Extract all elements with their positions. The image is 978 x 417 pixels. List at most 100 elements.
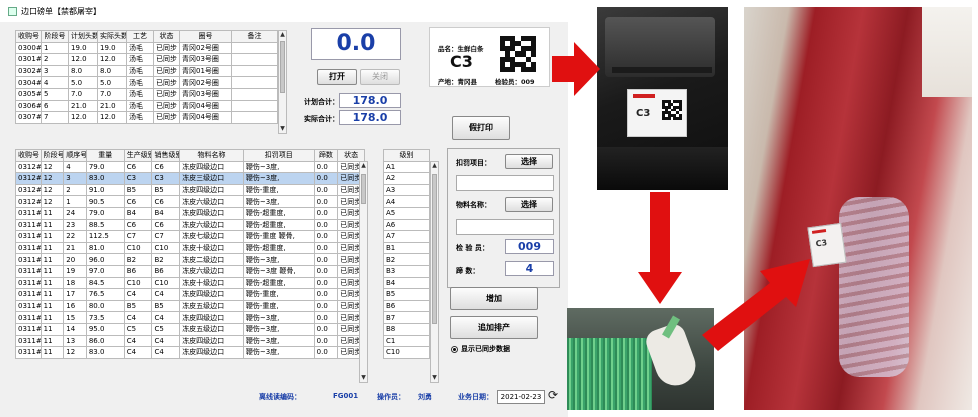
radio-icon[interactable]	[451, 345, 458, 353]
list-item[interactable]: A3	[383, 183, 430, 197]
table-cell: B5	[151, 299, 181, 313]
show-synced-radio[interactable]: 显示已同步数据	[451, 344, 510, 354]
list-item[interactable]: B2	[383, 253, 430, 266]
scroll-down-icon[interactable]: ▼	[360, 374, 367, 382]
table-cell: 0311#	[15, 241, 42, 255]
table-cell: B5	[123, 299, 153, 313]
scroll-down-icon[interactable]: ▼	[279, 125, 286, 133]
scroll-thumb[interactable]	[361, 174, 366, 204]
list-item[interactable]: A1	[383, 160, 430, 174]
batch-table-scrollbar[interactable]: ▲ ▼	[278, 30, 287, 134]
table-row[interactable]: 0311# 11 15 73.5 C4 C4 冻皮四级边口 鞭伤~3度, 0.0 已同步	[15, 311, 365, 324]
list-item[interactable]: A5	[383, 206, 430, 220]
append-schedule-button[interactable]: 追加排产	[450, 316, 538, 339]
table-cell: 12	[40, 160, 65, 174]
table-row[interactable]: 0311# 11 21 81.0 C10 C10 冻皮十级边口 鞭伤-超重度, 0.0 已同步	[15, 241, 365, 255]
table-row[interactable]: 0307# 7 12.0 12.0 汤毛 已同步 青冈04号圈	[15, 111, 278, 124]
list-item[interactable]: B3	[383, 264, 430, 278]
weighing-table[interactable]: 收购号 阶段号 顺序号 重量 生产级别 销售级别 物料名称 扣罚项目 蹄数 状态 0312# 12 4…	[15, 149, 365, 359]
close-button[interactable]: 关闭	[360, 69, 400, 85]
table-cell: 冻皮四级边口	[179, 346, 244, 359]
table-cell: B6	[123, 264, 153, 278]
printed-tag-grade: C3	[636, 108, 651, 119]
table-row[interactable]: 0311# 11 18 84.5 C10 C10 冻皮十级边口 鞭伤-超重度, 0.0 已同步	[15, 276, 365, 290]
scroll-thumb[interactable]	[280, 41, 285, 93]
list-item[interactable]: B5	[383, 288, 430, 301]
table-cell: 3	[41, 64, 69, 78]
select-deduct-button[interactable]: 选择	[505, 154, 553, 169]
carcass-tag-grade: C3	[815, 238, 828, 249]
carcass-tag: C3	[807, 222, 847, 268]
list-item[interactable]: B4	[383, 276, 430, 290]
table-cell: C7	[123, 230, 153, 243]
refresh-icon[interactable]: ⟳	[548, 388, 558, 402]
column-header: 重量	[85, 149, 125, 162]
table-row[interactable]: 0311# 11 20 96.0 B2 B2 冻皮二级边口 鞭伤~3度, 0.0 已同步	[15, 253, 365, 266]
qr-code-icon	[662, 100, 682, 120]
table-row[interactable]: 0300# 1 19.0 19.0 汤毛 已同步 青冈02号圈	[15, 41, 278, 55]
deduct-field[interactable]	[456, 175, 554, 191]
scroll-down-icon[interactable]: ▼	[431, 374, 438, 382]
table-row[interactable]: 0311# 11 13 86.0 C4 C4 冻皮四级边口 鞭伤~3度, 0.0 已同步	[15, 334, 365, 348]
table-row[interactable]: 0305# 5 7.0 7.0 汤毛 已同步 青冈03号圈	[15, 87, 278, 101]
table-row[interactable]: 0311# 11 16 80.0 B5 B5 冻皮五级边口 鞭伤-重度, 0.0 已同步	[15, 299, 365, 313]
add-button[interactable]: 增加	[450, 287, 538, 310]
list-item[interactable]: B8	[383, 322, 430, 336]
table-row[interactable]: 0312# 12 3 83.0 C3 C3 冻皮三级边口 鞭伤~3度, 0.0 已同步	[15, 172, 365, 185]
table-cell: C3	[123, 172, 153, 185]
scroll-up-icon[interactable]: ▲	[279, 31, 286, 39]
grade-list[interactable]: 级别 A1 A2 A3 A4 A5 A6 A7 B1 B2 B3 B4 B5 B6 B7 B8 C1 C10	[383, 149, 430, 359]
table-row[interactable]: 0312# 12 1 90.5 C6 C6 冻皮六级边口 鞭伤~3度, 0.0 已同步	[15, 195, 365, 208]
table-cell: 0311#	[15, 346, 42, 359]
table-cell: 0311#	[15, 322, 42, 336]
list-item[interactable]: A2	[383, 172, 430, 185]
list-item[interactable]: A4	[383, 195, 430, 208]
table-row[interactable]: 0311# 11 23 88.5 C6 C6 冻皮六级边口 鞭伤-超重度, 0.0 已同步	[15, 218, 365, 232]
list-item[interactable]: B1	[383, 241, 430, 255]
table-cell: 19.0	[97, 41, 127, 55]
business-date-field[interactable]: 2021-02-23	[497, 390, 545, 404]
table-cell: 冻皮六级边口	[179, 264, 244, 278]
table-row[interactable]: 0304# 4 5.0 5.0 汤毛 已同步 青冈02号圈	[15, 76, 278, 89]
table-row[interactable]: 0312# 12 2 91.0 B5 B5 冻皮四级边口 鞭伤-重度, 0.0 已同步	[15, 183, 365, 197]
actual-total-value: 178.0	[339, 110, 401, 125]
list-item[interactable]: B7	[383, 311, 430, 324]
table-row[interactable]: 0306# 6 21.0 21.0 汤毛 已同步 青冈04号圈	[15, 99, 278, 113]
label-origin: 产地：青冈县	[438, 78, 477, 86]
grade-list-scrollbar[interactable]: ▲ ▼	[430, 161, 439, 383]
open-button[interactable]: 打开	[317, 69, 357, 85]
grade-item: B5	[383, 288, 430, 301]
table-row[interactable]: 0311# 11 24 79.0 B4 B4 冻皮四级边口 鞭伤-超重度, 0.0 已同步	[15, 206, 365, 220]
table-cell: C4	[123, 334, 153, 348]
select-material-button[interactable]: 选择	[505, 197, 553, 212]
list-item[interactable]: B6	[383, 299, 430, 313]
table-row[interactable]: 0312# 12 4 79.0 C6 C6 冻皮四级边口 鞭伤~3度, 0.0 已同步	[15, 160, 365, 174]
list-item[interactable]: A6	[383, 218, 430, 232]
list-item[interactable]: A7	[383, 230, 430, 243]
fake-print-button[interactable]: 假打印	[452, 116, 510, 140]
grade-item: B1	[383, 241, 430, 255]
material-field[interactable]	[456, 219, 554, 235]
table-row[interactable]: 0302# 3 8.0 8.0 汤毛 已同步 青冈01号圈	[15, 64, 278, 78]
hoof-value[interactable]: 4	[505, 261, 554, 276]
line-label: 离线读编码：	[259, 393, 301, 401]
weighing-table-scrollbar[interactable]: ▲ ▼	[359, 161, 368, 383]
table-row[interactable]: 0311# 11 12 83.0 C4 C4 冻皮四级边口 鞭伤~3度, 0.0 已同步	[15, 346, 365, 359]
table-cell: 0304#	[15, 76, 42, 89]
inspector-value[interactable]: 009	[505, 239, 554, 254]
batch-table[interactable]: 收购号 阶段号 计划头数 实际头数 工艺 状态 圈号 备注 0300# 1 19.0 19.0 汤毛已…	[15, 30, 278, 124]
column-header: 蹄数	[313, 149, 339, 162]
table-cell: 青冈03号圈	[179, 53, 232, 66]
table-row[interactable]: 0311# 11 19 97.0 B6 B6 冻皮六级边口 鞭伤~3度 鞭骨, 0.0 已同步	[15, 264, 365, 278]
table-row[interactable]: 0311# 11 14 95.0 C5 C5 冻皮五级边口 鞭伤~3度, 0.0 已同步	[15, 322, 365, 336]
scroll-thumb[interactable]	[432, 174, 437, 324]
list-item[interactable]: C10	[383, 346, 430, 359]
scroll-up-icon[interactable]: ▲	[431, 162, 438, 170]
table-row[interactable]: 0311# 11 17 76.5 C4 C4 冻皮四级边口 鞭伤-重度, 0.0 已同步	[15, 288, 365, 301]
table-row[interactable]: 0311# 11 22 112.5 C7 C7 冻皮七级边口 鞭伤-重度 鞭骨, 0.0 已同步	[15, 230, 365, 243]
table-row[interactable]: 0301# 2 12.0 12.0 汤毛 已同步 青冈03号圈	[15, 53, 278, 66]
table-cell: 0.0	[313, 218, 339, 232]
list-item[interactable]: C1	[383, 334, 430, 348]
scroll-up-icon[interactable]: ▲	[360, 162, 367, 170]
table-cell: 4	[63, 160, 87, 174]
